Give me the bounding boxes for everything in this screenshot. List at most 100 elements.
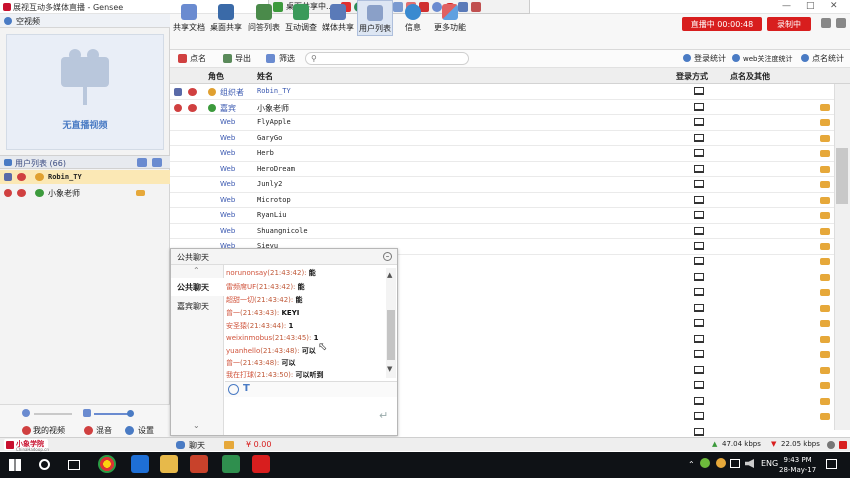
- record-status-button[interactable]: 录制中: [767, 17, 811, 31]
- settings-button[interactable]: 设置: [138, 425, 154, 436]
- taskbar-clock[interactable]: 9:43 PM 28-May-17: [779, 455, 816, 475]
- powerpoint-icon[interactable]: [190, 455, 208, 473]
- chat-icon[interactable]: [820, 258, 830, 265]
- chat-icon[interactable]: [820, 150, 830, 157]
- mic-off-icon[interactable]: [188, 103, 197, 112]
- language-indicator[interactable]: ENG: [761, 459, 778, 468]
- chat-icon[interactable]: [820, 382, 830, 389]
- chat-icon[interactable]: [820, 165, 830, 173]
- qa-list-button[interactable]: 问答列表: [246, 0, 282, 36]
- tray-chevron-icon[interactable]: ⌃: [688, 460, 695, 469]
- fullscreen-icon[interactable]: [836, 18, 846, 28]
- file-explorer-icon[interactable]: [160, 455, 178, 473]
- web-stats-button[interactable]: web关注度统计: [743, 54, 792, 64]
- settings-icon[interactable]: [125, 426, 134, 435]
- chat-icon[interactable]: [820, 274, 830, 281]
- chat-icon[interactable]: [136, 190, 145, 196]
- media-share-button[interactable]: 媒体共享: [320, 0, 356, 36]
- mix-icon[interactable]: [84, 426, 93, 435]
- table-row[interactable]: Web Herb: [170, 146, 834, 162]
- survey-button[interactable]: 互动调查: [283, 0, 319, 36]
- table-row[interactable]: 组织者 Robin_TY: [170, 84, 834, 100]
- login-stats-button[interactable]: 登录统计: [694, 53, 726, 64]
- table-scrollbar-thumb[interactable]: [836, 148, 848, 204]
- name-column-header[interactable]: 姓名: [257, 71, 273, 82]
- table-row[interactable]: Web GaryGo: [170, 130, 834, 146]
- table-row[interactable]: Web FlyApple: [170, 115, 834, 131]
- mic-volume-slider[interactable]: [34, 413, 72, 415]
- table-row[interactable]: Web Shuangnicole: [170, 223, 834, 239]
- filter-button[interactable]: 筛选: [279, 53, 295, 64]
- role-column-header[interactable]: 角色: [208, 71, 224, 82]
- table-row[interactable]: 嘉宾 小象老师: [170, 99, 834, 115]
- chat-icon[interactable]: [820, 336, 830, 343]
- table-row[interactable]: Web Microtop: [170, 192, 834, 208]
- tab-public-chat[interactable]: 公共聊天: [171, 278, 224, 296]
- chat-icon[interactable]: [820, 367, 830, 374]
- chat-icon[interactable]: [820, 398, 830, 405]
- user-settings-icon[interactable]: [137, 158, 147, 167]
- minimize-icon[interactable]: —: [782, 1, 791, 11]
- rollcall-button[interactable]: 点名: [190, 53, 206, 64]
- close-icon[interactable]: ✕: [830, 1, 838, 11]
- user-list-item[interactable]: Robin_TY: [0, 170, 170, 184]
- chat-icon[interactable]: [820, 227, 830, 235]
- table-row[interactable]: Web RyanLiu: [170, 208, 834, 224]
- minimize-chat-icon[interactable]: –: [383, 252, 392, 261]
- info-button[interactable]: 信息: [395, 0, 431, 36]
- user-sort-icon[interactable]: [152, 158, 162, 167]
- scroll-up-icon[interactable]: ▲: [387, 271, 392, 279]
- chat-icon[interactable]: [820, 181, 830, 188]
- chevron-up-icon[interactable]: ⌃: [193, 266, 200, 275]
- chrome-icon[interactable]: [98, 455, 116, 473]
- user-list-item[interactable]: 小象老师: [0, 186, 170, 200]
- chat-scrollbar-thumb[interactable]: [387, 310, 395, 360]
- more-functions-button[interactable]: 更多功能: [432, 0, 468, 36]
- share-document-button[interactable]: 共享文档: [171, 0, 207, 36]
- tray-app-icon[interactable]: [716, 458, 726, 468]
- emoji-icon[interactable]: [228, 384, 239, 395]
- folder-icon[interactable]: [224, 441, 234, 449]
- chat-icon[interactable]: [820, 103, 830, 111]
- search-input[interactable]: ⚲: [305, 52, 469, 65]
- close-share-icon[interactable]: [471, 1, 482, 12]
- chat-icon[interactable]: [820, 320, 830, 327]
- font-format-icon[interactable]: T: [243, 383, 250, 394]
- chat-icon[interactable]: [820, 305, 830, 312]
- chat-icon[interactable]: [820, 289, 830, 296]
- pycharm-icon[interactable]: [222, 455, 240, 473]
- camera-off-icon[interactable]: [22, 426, 31, 435]
- speaker-volume-thumb[interactable]: [127, 410, 134, 417]
- chat-icon[interactable]: [820, 212, 830, 219]
- roll-stats-button[interactable]: 点名统计: [812, 53, 844, 64]
- chat-icon[interactable]: [820, 243, 830, 250]
- table-row[interactable]: Web HeroDream: [170, 161, 834, 177]
- gensee-app-icon[interactable]: [252, 455, 270, 473]
- chat-message-input[interactable]: ↵: [225, 397, 397, 435]
- tray-app-icon[interactable]: [700, 458, 710, 468]
- chat-icon[interactable]: [820, 196, 830, 204]
- chat-toggle-button[interactable]: 聊天: [189, 440, 205, 451]
- my-video-button[interactable]: 我的视频: [33, 425, 65, 436]
- login-column-header[interactable]: 登录方式: [676, 71, 708, 82]
- search-icon[interactable]: [39, 459, 50, 470]
- edge-icon[interactable]: [131, 455, 149, 473]
- mic-off-icon[interactable]: [17, 189, 26, 197]
- mix-button[interactable]: 混音: [96, 425, 112, 436]
- chat-icon[interactable]: [820, 119, 830, 126]
- chat-toggle-icon[interactable]: [176, 441, 185, 449]
- notifications-icon[interactable]: [826, 459, 837, 469]
- rollcall-column-header[interactable]: 点名及其他: [730, 71, 770, 82]
- send-icon[interactable]: ↵: [379, 409, 388, 422]
- chevron-down-icon[interactable]: ⌄: [193, 421, 200, 430]
- table-row[interactable]: Web Junly2: [170, 177, 834, 193]
- start-icon[interactable]: [9, 459, 21, 471]
- chat-icon[interactable]: [820, 413, 830, 420]
- mic-off-icon[interactable]: [188, 88, 197, 96]
- live-status-button[interactable]: 直播中 00:00:48: [682, 17, 762, 31]
- chat-icon[interactable]: [820, 134, 830, 142]
- alert-icon[interactable]: [839, 441, 847, 449]
- chat-icon[interactable]: [820, 351, 830, 358]
- tab-guest-chat[interactable]: 嘉宾聊天: [171, 297, 224, 315]
- user-list-tab-button[interactable]: 用户列表: [357, 0, 393, 36]
